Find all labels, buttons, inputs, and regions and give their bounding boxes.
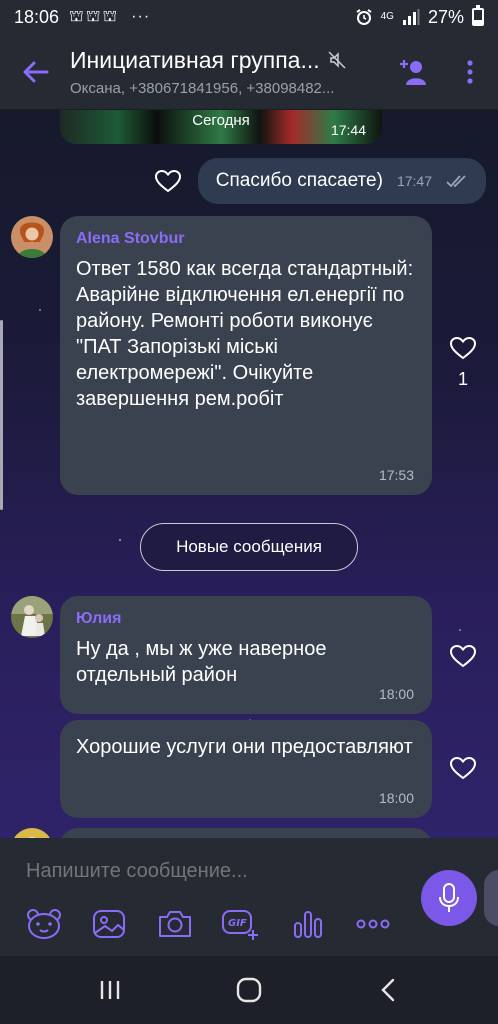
incoming-message[interactable]: Хорошие услуги они предоставляют 18:00 [60,720,432,818]
network-type: 4G [380,11,394,22]
camera-button[interactable] [155,904,195,944]
home-button[interactable] [219,960,279,1020]
date-chip: Сегодня [192,112,250,129]
like-control[interactable] [448,644,478,673]
avatar[interactable] [11,216,53,258]
more-notifications-icon: ··· [131,8,151,25]
message-composer: GIF [0,838,498,956]
add-participant-button[interactable] [386,34,442,110]
poll-button[interactable] [288,904,328,944]
battery-percent: 27% [427,6,464,27]
status-time: 18:06 [14,6,60,27]
notification-icons: ⛫⛫⛫ [69,8,120,25]
avatar[interactable] [11,596,53,638]
incoming-message[interactable]: Юлия Ну да , мы ж уже наверное отдельный… [60,596,432,714]
add-user-icon [400,59,426,85]
more-options-button[interactable] [442,34,498,110]
home-icon [236,977,262,1003]
sender-name[interactable]: Юлия [76,610,416,628]
message-time: 17:44 [330,122,366,138]
sender-name[interactable]: Alena Stovbur [76,230,416,248]
camera-icon [159,911,191,937]
message-text: Хорошие услуги они предоставляют [76,736,413,758]
secondary-action-button[interactable] [484,870,498,926]
message-text: Ответ 1580 как всегда стандартный: Аварі… [76,258,414,410]
more-dots-icon [356,919,390,929]
message-time: 17:53 [378,467,414,483]
message-input[interactable] [26,860,406,883]
avatar-photo [11,828,53,838]
message-text: Спасибо спасаете) [215,170,383,191]
gallery-button[interactable] [89,904,129,944]
message-time: 18:00 [378,790,414,806]
outgoing-message[interactable]: Спасибо спасаете) 17:47 [197,158,486,204]
avatar[interactable] [11,828,53,838]
mute-icon [328,51,346,69]
like-count: 1 [457,369,468,389]
alarm-icon [356,9,372,25]
chat-title: Инициативная группа... [70,46,320,73]
like-control[interactable] [448,756,478,785]
heart-icon [449,644,477,668]
poll-icon [294,911,322,938]
message-time: 18:00 [378,686,414,702]
kebab-menu-icon [467,59,473,84]
heart-icon[interactable] [154,169,182,193]
avatar-photo [11,216,53,258]
voice-message-button[interactable] [421,870,477,926]
recent-apps-icon [100,981,119,999]
chat-members: Оксана, +380671841956, +38098482... [70,79,335,97]
avatar-photo [11,596,53,638]
scroll-indicator [0,320,3,510]
status-bar: 18:06 ⛫⛫⛫ ··· 4G 27% [0,0,498,34]
back-nav-button[interactable] [358,960,418,1020]
signal-icon [402,9,420,25]
gallery-icon [93,910,125,938]
chat-area[interactable]: Сегодня 17:44 Спасибо спасаете) 17:47 Al… [0,110,498,838]
back-chevron-icon [381,978,395,1002]
recent-apps-button[interactable] [80,960,140,1020]
outgoing-message-row: Спасибо спасаете) 17:47 [154,158,486,204]
system-navigation-bar [0,956,498,1024]
heart-icon [449,336,477,360]
new-messages-divider: Новые сообщения [140,523,358,571]
back-button[interactable] [0,34,70,110]
chat-title-area[interactable]: Инициативная группа... Оксана, +38067184… [70,47,386,97]
incoming-message[interactable]: Alena Stovbur Ответ 1580 как всегда стан… [60,216,432,495]
battery-icon [472,5,484,26]
stickers-button[interactable] [24,904,64,944]
message-time: 17:47 [396,173,432,189]
image-message[interactable]: Сегодня 17:44 [60,110,382,144]
more-attachments-button[interactable] [353,904,393,944]
message-text: Ну да , мы ж уже наверное отдельный райо… [76,638,327,686]
gif-button[interactable]: GIF [220,904,260,944]
bear-sticker-icon [27,909,61,939]
like-control[interactable]: 1 [448,336,478,390]
chat-header: Инициативная группа... Оксана, +38067184… [0,34,498,110]
read-checkmarks-icon [446,175,466,188]
heart-icon [449,756,477,780]
incoming-message[interactable] [60,828,432,838]
arrow-left-icon [23,61,49,82]
new-messages-label: Новые сообщения [176,537,322,556]
svg-text:GIF: GIF [228,918,247,929]
microphone-icon [439,883,459,912]
gif-icon: GIF [222,910,258,940]
